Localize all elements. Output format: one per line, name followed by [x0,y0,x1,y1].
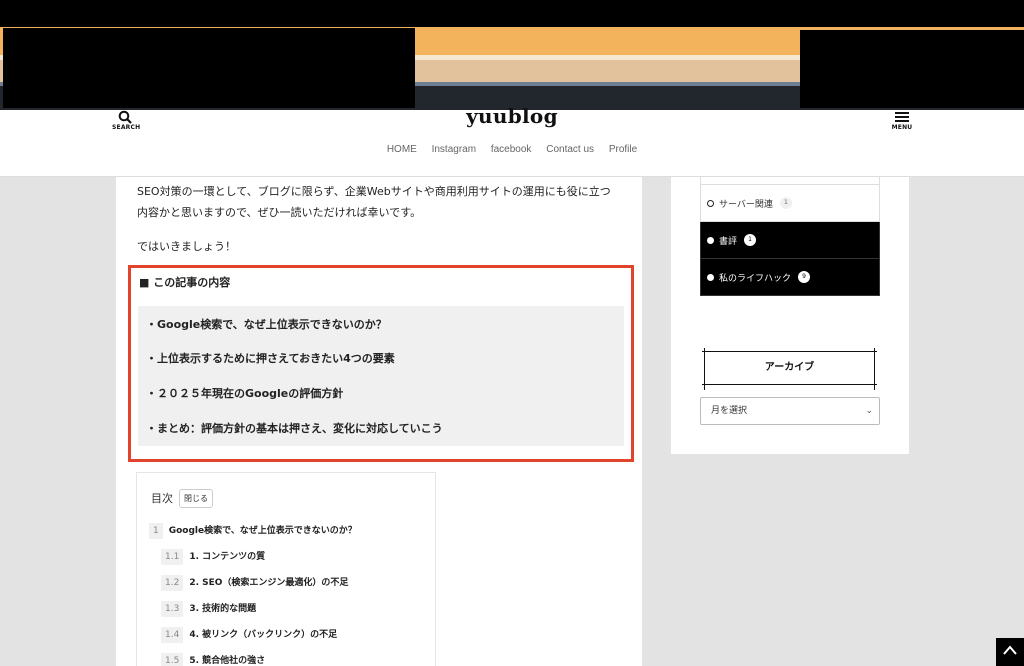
category-item-lifehack[interactable]: 私のライフハック 9 [700,259,880,296]
toc-close-button[interactable]: 閉じる [179,489,213,508]
circle-icon [707,273,714,281]
summary-item: ・まとめ：評価方針の基本は押さえ、変化に対応していこう [146,422,443,435]
chevron-down-icon: ⌄ [865,406,873,416]
toc-entry-number: 1.3 [161,601,184,617]
toc-entry-label: 4. 被リンク（バックリンク）の不足 [189,630,338,640]
top-black-bar [0,0,1024,25]
redacted-block-left [3,28,415,108]
toc-entry[interactable]: 1.3 3. 技術的な問題 [161,601,256,617]
month-select[interactable]: 月を選択 ⌄ [700,397,880,425]
toc-entry[interactable]: 1.1 1. コンテンツの質 [161,549,265,565]
toc-entry-label: Google検索で、なぜ上位表示できないのか？ [168,526,357,536]
toc-entry-label: 3. 技術的な問題 [189,604,257,614]
category-count: 9 [798,271,811,283]
menu-button[interactable]: MENU [890,110,914,134]
site-logo[interactable]: yuublog [0,104,1024,128]
hamburger-icon [895,112,909,122]
toc-entry-number: 1.5 [161,653,184,666]
toc-entry[interactable]: 1.4 4. 被リンク（バックリンク）の不足 [161,627,337,643]
header-banner-image [0,25,1024,110]
toc-entry-label: 5. 競合他社の強さ [189,656,266,666]
toc-entry-label: 1. コンテンツの質 [189,552,266,562]
toc-entry-number: 1.4 [161,627,184,643]
table-of-contents: 目次 閉じる 1 Google検索で、なぜ上位表示できないのか？ 1.1 1. コン… [136,472,436,666]
toc-title: 目次 [151,492,173,505]
nav-profile[interactable]: Profile [609,144,637,155]
nav-instagram[interactable]: Instagram [432,144,476,155]
category-label: 私のライフハック [719,273,792,284]
toc-entry[interactable]: 1 Google検索で、なぜ上位表示できないのか？ [149,523,357,539]
site-header: SEARCH yuublog MENU HOME Instagram faceb… [0,104,1024,177]
back-to-top-button[interactable] [996,638,1024,666]
toc-entry-number: 1.1 [161,549,184,565]
category-item-book-review[interactable]: 書評 1 [700,222,880,259]
archive-title: アーカイブ [702,348,877,390]
archive-widget: アーカイブ 月を選択 ⌄ [686,337,894,439]
category-item-partial [700,177,880,185]
chevron-up-icon [1003,645,1017,655]
summary-item: ・Google検索で、なぜ上位表示できないのか？ [146,318,387,331]
intro-paragraph: SEO対策の一環として、ブログに限らず、企業Webサイトや商用利用サイトの運用に… [137,181,627,223]
summary-title: ■ この記事の内容 [139,276,231,289]
toc-entry-number: 1.2 [161,575,184,591]
toc-entry[interactable]: 1.2 2. SEO（検索エンジン最適化）の不足 [161,575,348,591]
category-label: サーバー関連 [719,199,773,210]
intro-line-1: SEO対策の一環として、ブログに限らず、企業Webサイトや商用利用サイトの運用に… [137,185,611,198]
toc-entry-number: 1 [149,523,163,539]
article-summary-box: ■ この記事の内容 ・Google検索で、なぜ上位表示できないのか？ ・上位表示… [128,265,634,462]
toc-entry[interactable]: 1.5 5. 競合他社の強さ [161,653,265,666]
summary-list: ・Google検索で、なぜ上位表示できないのか？ ・上位表示するために押さえてお… [138,306,624,446]
category-label: 書評 [719,236,738,247]
circle-icon [707,199,714,207]
main-nav: HOME Instagram facebook Contact us Profi… [0,144,1024,155]
nav-contact[interactable]: Contact us [546,144,594,155]
intro-line-2: 内容かと思いますので、ぜひ一読いただければ幸いです。 [137,206,422,219]
nav-facebook[interactable]: facebook [491,144,532,155]
category-item-server[interactable]: サーバー関連 1 [700,185,880,222]
month-select-value: 月を選択 [711,406,748,416]
menu-label: MENU [891,124,913,131]
category-count: 1 [744,234,757,246]
summary-item: ・２０２５年現在のGoogleの評価方針 [146,387,344,400]
nav-home[interactable]: HOME [387,144,417,155]
article-body: SEO対策の一環として、ブログに限らず、企業Webサイトや商用利用サイトの運用に… [116,177,642,666]
circle-icon [707,236,714,244]
redacted-block-right [800,30,1024,108]
closing-line: ではいきましょう！ [137,240,236,253]
category-widget: サーバー関連 1 書評 1 私のライフハック 9 [686,177,894,310]
summary-item: ・上位表示するために押さえておきたい4つの要素 [146,352,395,365]
category-count: 1 [779,197,792,209]
category-list: サーバー関連 1 書評 1 私のライフハック 9 [700,177,880,296]
toc-entry-label: 2. SEO（検索エンジン最適化）の不足 [189,578,349,588]
